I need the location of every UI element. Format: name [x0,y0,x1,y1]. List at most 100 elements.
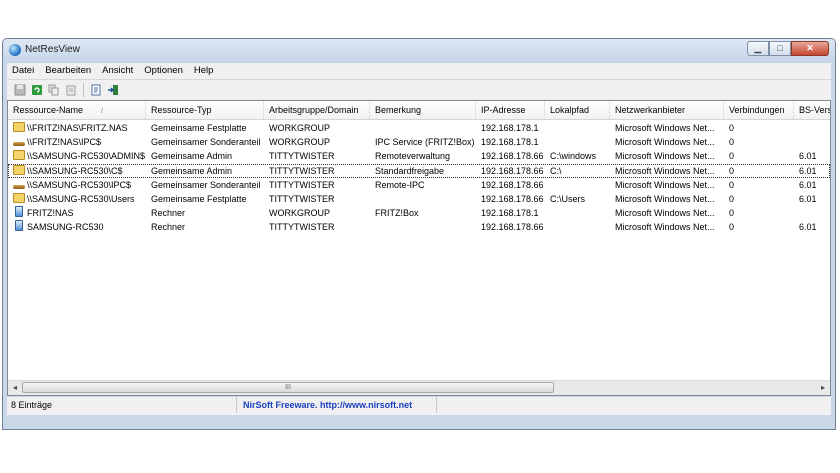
save-icon[interactable] [13,83,27,97]
app-globe-icon [9,44,21,56]
scroll-left-icon[interactable]: ◂ [9,382,21,394]
resource-name-text: SAMSUNG-RC530 [27,222,104,233]
cell-network-provider: Microsoft Windows Net... [615,179,715,190]
cell-resource-type: Gemeinsamer Sonderanteil [151,137,261,148]
table-row[interactable]: FRITZ!NAS Rechner WORKGROUP FRITZ!Box 192.16… [8,206,830,220]
column-header-remark[interactable]: Bemerkung [370,101,476,119]
cell-connections: 0 [729,179,735,190]
cell-local-path [545,220,610,234]
cell-os-version: 6.01 [799,222,817,233]
cell-resource-name: \\FRITZ!NAS\FRITZ.NAS [8,121,146,135]
minimize-button[interactable]: ▁ [747,41,769,56]
cell-local-path: C:\Users [550,194,586,204]
exit-icon[interactable] [106,83,120,97]
copy-icon[interactable] [47,83,61,97]
folder-icon [13,164,25,175]
table-row[interactable]: SAMSUNG-RC530 Rechner TITTYTWISTER 192.168.… [8,220,830,234]
cell-network-provider: Microsoft Windows Net... [615,222,715,233]
properties-icon[interactable] [64,83,78,97]
folder-icon [13,150,25,161]
column-header-os-version[interactable]: BS-Version [794,101,830,119]
cell-workgroup: WORKGROUP [269,208,331,219]
pipe-icon [13,184,25,189]
cell-ip-address: 192.168.178.66 [481,194,544,204]
menu-help[interactable]: Help [189,63,220,79]
column-header-network-provider[interactable]: Netzwerkanbieter [610,101,724,119]
menu-ansicht[interactable]: Ansicht [97,63,139,79]
cell-workgroup: TITTYTWISTER [269,222,335,233]
menu-bar: Datei Bearbeiten Ansicht Optionen Help [7,63,831,79]
cell-network-provider: Microsoft Windows Net... [615,137,715,148]
cell-ip-address: 192.168.178.66 [481,179,544,190]
cell-workgroup: TITTYTWISTER [269,179,335,190]
cell-ip-address: 192.168.178.66 [481,222,544,233]
cell-resource-name: \\SAMSUNG-RC530\ADMIN$ [8,149,146,163]
scrollbar-thumb[interactable]: III [22,382,554,393]
cell-workgroup: TITTYTWISTER [269,151,335,162]
scroll-right-icon[interactable]: ▸ [817,382,829,394]
resource-name-text: \\FRITZ!NAS\FRITZ.NAS [27,123,128,133]
report-icon[interactable] [89,83,103,97]
table-row[interactable]: \\SAMSUNG-RC530\ADMIN$ Gemeinsame Admin TI… [8,149,830,163]
refresh-icon[interactable] [30,83,44,97]
nirsoft-link[interactable]: NirSoft Freeware. http://www.nirsoft.net [237,397,437,413]
column-header-workgroup[interactable]: Arbeitsgruppe/Domain [264,101,370,119]
cell-remark [370,121,476,135]
cell-network-provider: Microsoft Windows Net... [615,194,715,204]
menu-optionen[interactable]: Optionen [139,63,189,79]
resource-name-text: \\SAMSUNG-RC530\Users [27,194,135,204]
cell-local-path: C:\windows [550,151,597,162]
cell-resource-type: Gemeinsamer Sonderanteil [151,179,261,190]
cell-ip-address: 192.168.178.1 [481,123,539,133]
cell-workgroup: TITTYTWISTER [269,165,335,176]
sort-ascending-icon: / [101,108,103,115]
cell-remark: IPC Service (FRITZ!Box) [375,137,475,148]
cell-local-path: C:\ [550,165,562,176]
cell-resource-type: Gemeinsame Festplatte [151,194,247,204]
cell-resource-type: Gemeinsame Admin [151,165,233,176]
horizontal-scrollbar[interactable]: ◂ III ▸ [8,380,830,395]
menu-bearbeiten[interactable]: Bearbeiten [40,63,97,79]
cell-os-version [794,206,830,220]
table-row[interactable]: \\FRITZ!NAS\FRITZ.NAS Gemeinsame Festplat… [8,121,830,135]
cell-resource-name: \\SAMSUNG-RC530\C$ [8,164,146,178]
column-header-row: Ressource-Name / Ressource-Typ Arbeitsgru… [8,101,830,120]
resource-name-text: \\SAMSUNG-RC530\IPC$ [27,179,132,190]
column-header-local-path[interactable]: Lokalpfad [545,101,610,119]
close-button[interactable]: ✕ [791,41,829,56]
toolbar-separator [83,83,84,97]
folder-icon [13,122,25,132]
cell-local-path [545,178,610,192]
column-header-ip-address[interactable]: IP-Adresse [476,101,545,119]
resource-list[interactable]: Ressource-Name / Ressource-Typ Arbeitsgru… [7,100,831,396]
computer-icon [15,206,23,218]
cell-ip-address: 192.168.178.66 [481,165,544,176]
cell-os-version [794,121,830,135]
maximize-button[interactable]: □ [769,41,791,56]
cell-workgroup: WORKGROUP [269,123,331,133]
table-row[interactable]: \\SAMSUNG-RC530\C$ Gemeinsame Admin TITTYT… [8,163,830,178]
app-window: NetResView ▁ □ ✕ Datei Bearbeiten Ansich… [2,38,836,430]
cell-ip-address: 192.168.178.1 [481,137,539,148]
column-header-resource-type[interactable]: Ressource-Typ [146,101,264,119]
cell-local-path [545,121,610,135]
column-header-connections[interactable]: Verbindungen [724,101,794,119]
resource-name-text: \\SAMSUNG-RC530\ADMIN$ [27,151,146,162]
table-row[interactable]: \\SAMSUNG-RC530\IPC$ Gemeinsamer Sonderan… [8,178,830,192]
cell-workgroup: WORKGROUP [269,137,331,148]
title-bar[interactable]: NetResView ▁ □ ✕ [3,39,835,63]
cell-local-path [545,135,610,149]
column-header-resource-name[interactable]: Ressource-Name / [8,101,146,119]
cell-os-version [794,135,830,149]
folder-icon [13,193,25,203]
cell-connections: 0 [729,165,735,176]
table-row[interactable]: \\FRITZ!NAS\IPC$ Gemeinsamer Sonderanteil… [8,135,830,149]
cell-resource-name: \\SAMSUNG-RC530\Users [8,192,146,206]
cell-connections: 0 [729,151,735,162]
menu-datei[interactable]: Datei [7,63,40,79]
cell-remark: FRITZ!Box [375,208,419,219]
cell-connections: 0 [729,222,735,233]
cell-resource-type: Gemeinsame Festplatte [151,123,247,133]
table-row[interactable]: \\SAMSUNG-RC530\Users Gemeinsame Festplat… [8,192,830,206]
cell-resource-name: FRITZ!NAS [8,206,146,220]
